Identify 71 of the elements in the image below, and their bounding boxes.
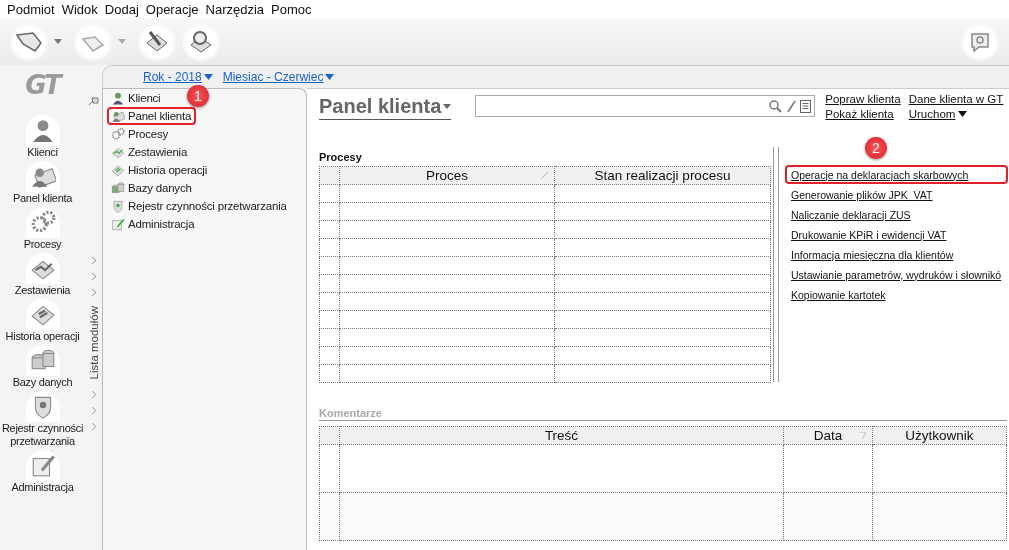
module-item[interactable]: Klienci [107,89,166,107]
column-header[interactable]: Stan realizacji procesu [554,166,771,185]
sidebar-item[interactable]: Zestawienia [0,253,85,297]
task-link[interactable]: Operacje na deklaracjach skarbowych [785,165,1009,184]
sort-icon [859,432,866,439]
caret-icon [958,111,968,117]
pencil-icon[interactable] [786,99,797,113]
action-link[interactable]: Popraw klienta [825,93,901,105]
search-button[interactable] [182,22,220,61]
sort-icon [541,172,548,179]
action-link[interactable]: Uruchom [908,108,1004,120]
column-header[interactable]: Treść [339,426,784,445]
list-icon[interactable] [800,99,812,113]
person-icon [111,91,125,105]
sidebar-item[interactable]: Historia operacji [0,299,85,343]
panel-title[interactable]: Panel klienta [319,95,452,120]
column-header[interactable]: Data [783,426,873,445]
sidebar-item[interactable]: Administracja [0,450,85,494]
module-item[interactable]: Panel klienta [107,107,197,125]
section-title: Procesy [319,151,363,163]
column-header[interactable]: Proces [339,166,555,185]
action-link[interactable]: Dane klienta w GT [908,93,1004,105]
module-item[interactable]: Rejestr czynności przetwarzania [107,197,292,215]
module-item[interactable]: Procesy [107,125,174,143]
module-item[interactable]: Zestawienia [107,143,193,161]
dropdown-arrow-icon [203,74,213,80]
task-link[interactable]: Naliczanie deklaracji ZUS [785,205,1009,224]
chart-icon [111,145,125,159]
help-button[interactable] [961,22,999,61]
sidebar-item[interactable]: Panel klienta [0,161,85,205]
task-link[interactable]: Ustawianie parametrów, wydruków i słownikó [785,265,1009,284]
search-field[interactable] [475,95,816,117]
section-title: Komentarze [319,407,1007,421]
menu-item[interactable]: Widok [58,1,102,17]
task-link[interactable]: Informacja miesięczna dla klientów [785,245,1009,264]
sidebar-item[interactable]: Klienci [0,115,85,159]
sidebar-item[interactable]: Procesy [0,207,85,251]
task-link[interactable]: Drukowanie KPiR i ewidencji VAT [785,225,1009,244]
menu-item[interactable]: Podmiot [4,1,59,17]
edit-icon [111,217,125,231]
menu-item[interactable]: Narzędzia [202,1,269,17]
module-item[interactable]: Bazy danych [107,179,197,197]
module-item[interactable]: Administracja [107,215,200,233]
panel-label[interactable]: Lista modułów [87,306,100,380]
forward-button[interactable] [74,22,112,61]
step-badge: 2 [865,137,887,159]
gears-icon [29,209,56,235]
brush-button[interactable] [138,22,176,61]
sidebar-item[interactable]: Rejestr czynności przetwarzania [0,391,85,448]
search-icon [188,28,214,55]
shield-icon [111,199,125,213]
task-link[interactable]: Generowanie plików JPK_VAT [785,185,1009,204]
back-button[interactable] [10,22,48,61]
dropdown-arrow-icon [325,74,335,80]
panel-icon [111,109,125,123]
filter-dropdown[interactable]: Rok - 2018 [143,70,213,84]
menu-item[interactable]: Pomoc [268,1,316,17]
action-link[interactable]: Pokaż klienta [825,108,901,120]
gears-icon [111,127,125,141]
caret-icon[interactable] [54,38,62,45]
module-item[interactable]: Historia operacji [107,161,213,179]
search-icon[interactable] [769,99,783,113]
caret-icon [443,104,452,109]
sidebar-item[interactable]: Bazy danych [0,345,85,389]
database-icon [111,181,125,195]
menu-item[interactable]: Operacje [142,1,203,17]
filter-dropdown[interactable]: Miesiac - Czerwiec [222,70,335,84]
task-link[interactable]: Kopiowanie kartotek [785,285,1009,304]
step-badge: 1 [187,85,209,107]
menu-item[interactable]: Dodaj [101,1,143,17]
column-header[interactable]: Użytkownik [872,426,1007,445]
